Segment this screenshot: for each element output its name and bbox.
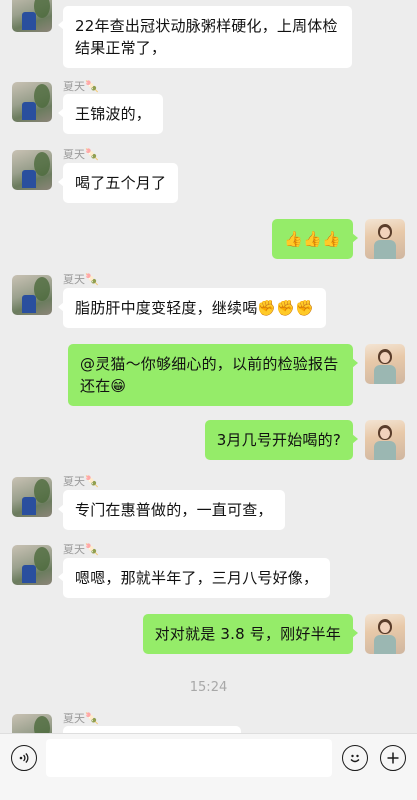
emoji-icon-glyph xyxy=(350,754,360,763)
avatar[interactable] xyxy=(12,150,52,190)
message-bubble-incoming[interactable]: 喝了五个月了 xyxy=(57,163,179,203)
sender-name: 夏天🍡 xyxy=(63,148,99,161)
message-bubble-incoming[interactable]: 专门在惠普做的，一直可查， xyxy=(58,490,285,530)
message-bubble-incoming[interactable]: 王锦波的， xyxy=(57,94,164,134)
avatar[interactable] xyxy=(12,0,52,32)
avatar[interactable] xyxy=(12,545,52,585)
avatar[interactable] xyxy=(12,82,52,122)
sender-name: 夏天🍡 xyxy=(63,80,99,93)
plus-icon-glyph xyxy=(387,752,399,764)
avatar[interactable] xyxy=(12,714,52,733)
message-bubble-outgoing[interactable]: 对对就是 3.8 号，刚好半年 xyxy=(142,614,359,654)
voice-icon-glyph xyxy=(19,753,29,763)
plus-icon[interactable] xyxy=(380,745,406,771)
message-bubble-outgoing[interactable]: @灵猫～你够细心的，以前的检验报告还在😁 xyxy=(68,344,358,406)
avatar-self[interactable] xyxy=(365,614,405,654)
avatar-self[interactable] xyxy=(365,219,405,259)
emoji-icon[interactable] xyxy=(342,745,368,771)
sender-name: 夏天🍡 xyxy=(63,273,99,286)
avatar-self[interactable] xyxy=(365,420,405,460)
message-bubble-outgoing[interactable]: 👍👍👍 xyxy=(272,219,358,259)
message-bubble-incoming[interactable]: 22年查出冠状动脉粥样硬化，上周体检结果正常了， xyxy=(58,6,352,68)
input-bar xyxy=(0,733,417,800)
sender-name: 夏天🍡 xyxy=(63,475,99,488)
voice-icon[interactable] xyxy=(11,745,37,771)
message-bubble-incoming[interactable]: 嗯嗯，那就半年了，三月八号好像， xyxy=(57,558,331,598)
chat-area[interactable]: 22年查出冠状动脉粥样硬化，上周体检结果正常了， 夏天🍡 王锦波的， 夏天🍡 喝… xyxy=(0,0,417,733)
message-bubble-incoming[interactable]: 脂肪肝中度变轻度，继续喝✊✊✊ xyxy=(57,288,327,328)
sender-name: 夏天🍡 xyxy=(63,712,99,725)
timestamp: 15:24 xyxy=(189,680,228,695)
message-input[interactable] xyxy=(46,739,332,777)
sender-name: 夏天🍡 xyxy=(63,543,99,556)
message-bubble-outgoing[interactable]: 3月几号开始喝的? xyxy=(204,420,359,460)
avatar-self[interactable] xyxy=(365,344,405,384)
avatar[interactable] xyxy=(12,275,52,315)
message-bubble-incoming[interactable] xyxy=(63,726,241,733)
avatar[interactable] xyxy=(12,477,52,517)
